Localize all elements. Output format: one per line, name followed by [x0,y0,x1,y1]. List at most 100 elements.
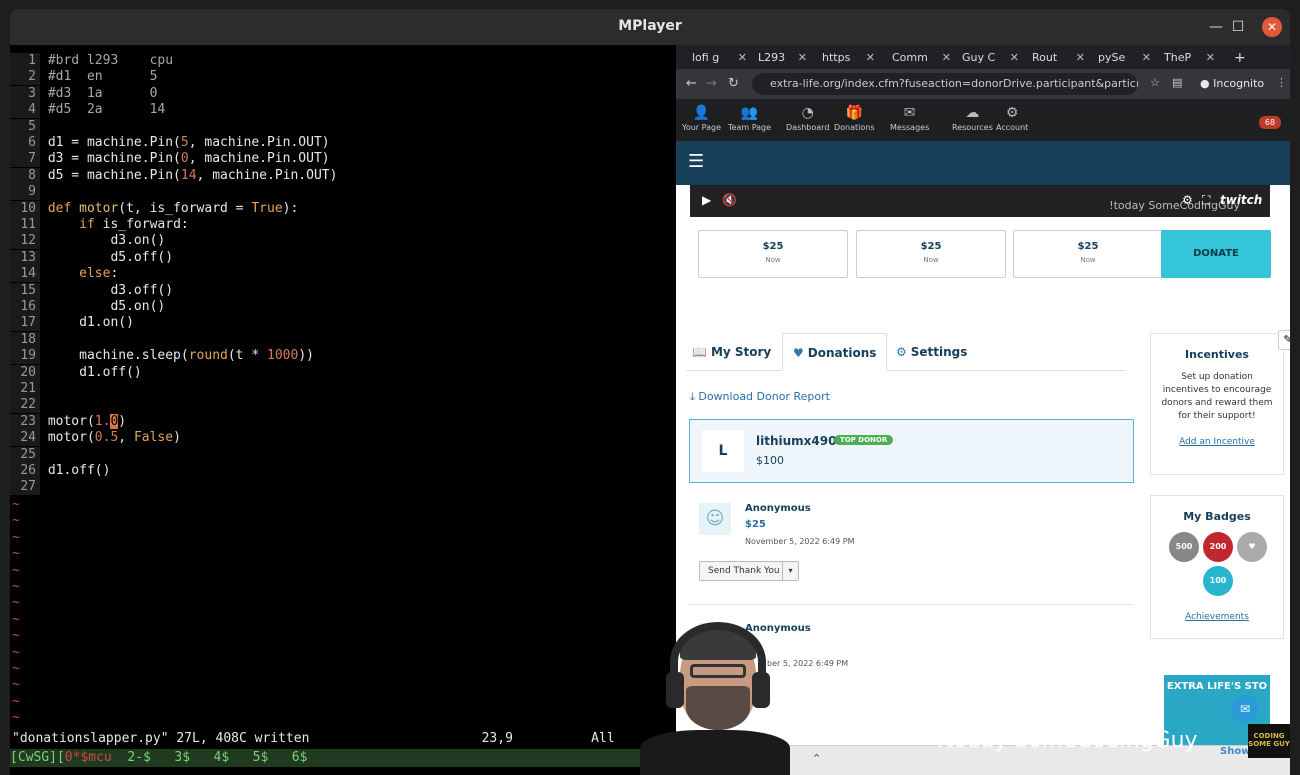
forward-icon[interactable]: → [706,76,717,91]
code-line[interactable]: 9 [10,184,676,201]
pencil-icon[interactable]: ✎ [1278,330,1290,350]
chevron-down-icon[interactable]: ▾ [782,562,798,580]
badge-200[interactable]: 200 [1203,532,1233,562]
browser-tab[interactable]: TheP ✕ [1158,48,1218,68]
code-line[interactable]: 10 def motor(t, is_forward = True): [10,200,676,217]
address-bar: ← → ↻ extra-life.org/index.cfm?fuseactio… [676,69,1290,99]
tab-my-story[interactable]: 📖 My Story [692,333,771,371]
code-line[interactable]: 18 [10,331,676,348]
code-line[interactable]: 22 [10,397,676,414]
code-line[interactable]: 26 d1.off() [10,463,676,479]
code-line[interactable]: 11 if is_forward: [10,217,676,233]
vim-editor[interactable]: 1 #brd l293 cpu 2 #d1 en 53 #d3 1a 04 #d5… [10,45,676,775]
new-tab-icon[interactable]: + [1228,48,1248,68]
fullscreen-icon[interactable]: ⛶ [1202,193,1210,208]
donation-amount-option[interactable]: $25 Now [1013,230,1163,278]
chevron-up-icon[interactable]: ⌃ [812,752,821,765]
browser-tab[interactable]: Rout ✕ [1026,48,1088,68]
url-field[interactable]: extra-life.org/index.cfm?fuseaction=dono… [752,73,1138,95]
minimize-icon[interactable]: — [1206,17,1226,37]
twitch-player[interactable]: ▶ 🔇 !today SomeCodingGuy ⚙ ⛶ twitch [690,185,1270,217]
send-thank-you-button[interactable]: Send Thank You ▾ [699,561,799,581]
achievements-link[interactable]: Achievements [1151,612,1283,622]
star-icon[interactable]: ☆ [1150,76,1160,89]
code-line[interactable]: 27 [10,479,676,496]
browser-tab[interactable]: lofi g ✕ [686,48,750,68]
code-line[interactable]: 15 d3.off() [10,282,676,299]
stream-caption: !today SomeCodingGuy [936,728,1198,753]
browser-tab[interactable]: L293 ✕ [752,48,810,68]
incognito-indicator[interactable]: ● Incognito [1200,73,1264,95]
donation-amount-option[interactable]: $25 Now [698,230,848,278]
hamburger-icon[interactable]: ☰ [688,151,704,172]
tmux-window-list[interactable]: 2-$ 3$ 4$ 5$ 6$ [112,750,307,765]
reload-icon[interactable]: ↻ [728,76,739,91]
empty-line-marker: ~ [12,677,20,693]
code-text: d1 = machine.Pin(5, machine.Pin.OUT) [40,135,330,150]
nav-dashboard[interactable]: ◔ Dashboard [786,105,829,132]
notification-badge[interactable]: 68 [1259,116,1281,129]
browser-tab[interactable]: Comm ✕ [886,48,954,68]
code-line[interactable]: 1 #brd l293 cpu [10,53,676,69]
badge-500[interactable]: 500 [1169,532,1199,562]
tmux-window-active[interactable]: 0*$mcu [65,750,112,765]
code-line[interactable]: 23 motor(1.0) [10,413,676,430]
nav-resources[interactable]: ☁ Resources [952,105,993,132]
donor-name: lithiumx4900 [756,434,845,448]
maximize-icon[interactable]: ☐ [1228,17,1248,37]
extensions-icon[interactable]: ▤ [1172,76,1182,89]
code-line[interactable]: 24 motor(0.5, False) [10,430,676,447]
line-number: 7 [10,151,40,168]
nav-donations[interactable]: 🎁 Donations [834,105,875,132]
donate-button[interactable]: DONATE [1161,230,1271,278]
tab-settings[interactable]: ⚙ Settings [896,333,967,371]
code-line[interactable]: 3 #d3 1a 0 [10,85,676,102]
mute-icon[interactable]: 🔇 [722,193,737,207]
play-icon[interactable]: ▶ [702,193,711,207]
settings-icon[interactable]: ⚙ [1182,193,1193,207]
code-line[interactable]: 25 [10,446,676,463]
tab-donations[interactable]: ♥ Donations [782,333,888,371]
code-line[interactable]: 13 d5.off() [10,249,676,266]
nav-your-page[interactable]: 👤 Your Page [682,105,721,132]
code-line[interactable]: 6 d1 = machine.Pin(5, machine.Pin.OUT) [10,135,676,151]
chat-icon[interactable]: ✉ [1231,695,1259,723]
add-incentive-link[interactable]: Add an Incentive [1151,437,1283,447]
heart-badge-icon[interactable]: ♥ [1237,532,1267,562]
browser-tab[interactable]: pySe ✕ [1092,48,1154,68]
code-line[interactable]: 14 else: [10,266,676,283]
code-line[interactable]: 19 machine.sleep(round(t * 1000)) [10,348,676,365]
code-line[interactable]: 8 d5 = machine.Pin(14, machine.Pin.OUT) [10,167,676,184]
nav-team-page[interactable]: 👥 Team Page [728,105,771,132]
code-line[interactable]: 4 #d5 2a 14 [10,102,676,119]
donation-amount-option[interactable]: $25 Now [856,230,1006,278]
browser-tab[interactable]: https ✕ [816,48,878,68]
code-line[interactable]: 21 [10,381,676,397]
code-line[interactable]: 20 d1.off() [10,364,676,381]
avatar: L [702,430,744,472]
code-line[interactable]: 7 d3 = machine.Pin(0, machine.Pin.OUT) [10,151,676,168]
top-donor-badge: TOP DONOR [834,435,894,445]
line-number: 21 [10,381,40,397]
line-number: 16 [10,299,40,315]
nav-messages[interactable]: ✉ Messages [890,105,929,132]
back-icon[interactable]: ← [686,76,697,91]
line-number: 4 [10,102,40,119]
dashboard-icon: ◔ [801,105,814,121]
code-line[interactable]: 2 #d1 en 5 [10,69,676,86]
code-line[interactable]: 16 d5.on() [10,299,676,315]
code-line[interactable]: 17 d1.on() [10,315,676,332]
line-number: 15 [10,282,40,299]
nav-account[interactable]: ⚙ Account [996,105,1028,132]
download-donor-report-link[interactable]: ⤓ Download Donor Report [690,390,830,404]
browser-tab[interactable]: Guy C ✕ [956,48,1022,68]
line-number: 13 [10,249,40,266]
menu-icon[interactable]: ⋮ [1276,76,1287,89]
code-line[interactable]: 5 [10,118,676,135]
close-icon[interactable]: ✕ [1262,17,1282,37]
line-number: 2 [10,69,40,86]
badge-100[interactable]: 100 [1203,566,1233,596]
divider [689,604,1134,605]
code-line[interactable]: 12 d3.on() [10,233,676,250]
code-text: if is_forward: [79,217,189,232]
